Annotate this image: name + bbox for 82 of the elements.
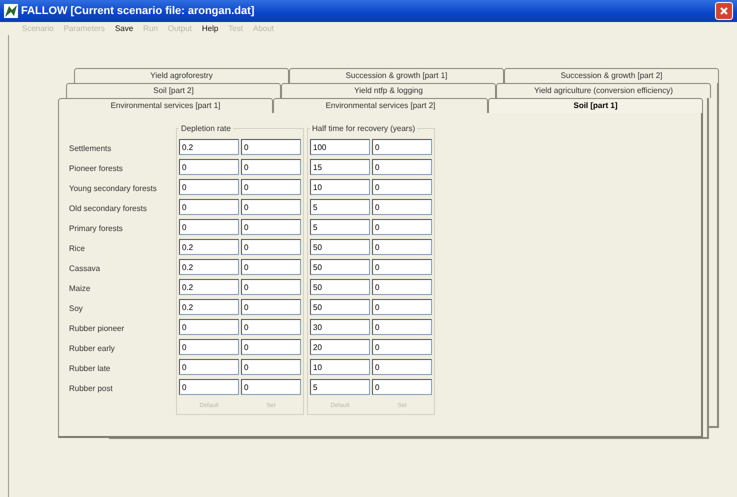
input-field[interactable]: 50	[310, 279, 370, 295]
input-field[interactable]: 0	[241, 219, 301, 235]
input-field[interactable]: 15	[310, 159, 370, 175]
close-icon	[719, 6, 729, 16]
row-label: Cassava	[69, 263, 102, 275]
input-field[interactable]: 0	[372, 339, 432, 355]
tab[interactable]: Environmental services [part 1]	[58, 98, 273, 113]
input-field[interactable]: 0.2	[179, 139, 239, 155]
input-field[interactable]: 5	[310, 379, 370, 395]
input-field[interactable]: 0	[241, 239, 301, 255]
row-label: Rubber post	[69, 383, 114, 395]
input-field[interactable]: 0	[372, 359, 432, 375]
input-field[interactable]: 0	[241, 259, 301, 275]
input-field[interactable]: 0	[372, 259, 432, 275]
row-label: Primary forests	[69, 223, 124, 235]
input-field[interactable]: 0	[241, 199, 301, 215]
input-field[interactable]: 50	[310, 299, 370, 315]
close-button[interactable]	[715, 2, 733, 20]
input-field[interactable]: 0	[241, 339, 301, 355]
input-field[interactable]: 30	[310, 319, 370, 335]
app-icon	[4, 4, 18, 18]
row-label: Rubber late	[69, 363, 112, 375]
group-title: Half time for recovery (years)	[310, 124, 418, 133]
row-label: Pioneer forests	[69, 163, 124, 175]
row-label: Settlements	[69, 143, 112, 155]
input-field[interactable]: 0	[372, 159, 432, 175]
input-field[interactable]: 0	[372, 239, 432, 255]
input-field[interactable]: 5	[310, 219, 370, 235]
input-field[interactable]: 0	[179, 379, 239, 395]
tab[interactable]: Succession & growth [part 1]	[289, 68, 504, 83]
input-field[interactable]: 10	[310, 359, 370, 375]
input-field[interactable]: 0	[179, 179, 239, 195]
input-field[interactable]: 50	[310, 239, 370, 255]
input-field[interactable]: 0	[241, 379, 301, 395]
tab[interactable]: Soil [part 2]	[66, 83, 281, 98]
input-field[interactable]: 0.2	[179, 279, 239, 295]
tab[interactable]: Yield agriculture (conversion efficiency)	[496, 83, 711, 98]
input-field[interactable]: 0	[179, 219, 239, 235]
input-field[interactable]: 0	[179, 359, 239, 375]
row-label: Rice	[69, 243, 86, 255]
input-field[interactable]: 0	[372, 179, 432, 195]
row-label: Rubber pioneer	[69, 323, 126, 335]
input-field[interactable]: 20	[310, 339, 370, 355]
row-label: Old secondary forests	[69, 203, 148, 215]
input-field[interactable]: 0	[372, 319, 432, 335]
input-field[interactable]: 0	[241, 159, 301, 175]
input-field[interactable]: 0	[179, 319, 239, 335]
tab[interactable]: Yield agroforestry	[74, 68, 289, 83]
input-field[interactable]: 0	[372, 379, 432, 395]
input-field[interactable]: 0	[179, 339, 239, 355]
tab[interactable]: Soil [part 1]	[488, 98, 703, 113]
row-label: Young secondary forests	[69, 183, 158, 195]
input-field[interactable]: 0	[372, 199, 432, 215]
input-field[interactable]: 0.2	[179, 239, 239, 255]
input-field[interactable]: 0	[241, 359, 301, 375]
input-field[interactable]: 0	[372, 299, 432, 315]
menu-item[interactable]: Help	[202, 24, 218, 33]
input-field[interactable]: 0	[241, 299, 301, 315]
input-field[interactable]: 0	[241, 179, 301, 195]
input-field[interactable]: 0	[372, 219, 432, 235]
input-field[interactable]: 0	[241, 139, 301, 155]
input-field[interactable]: 0	[179, 159, 239, 175]
input-field[interactable]: 0	[372, 279, 432, 295]
input-field[interactable]: 0	[241, 279, 301, 295]
input-field[interactable]: 0	[372, 139, 432, 155]
input-field[interactable]: 0.2	[179, 299, 239, 315]
row-label: Rubber early	[69, 343, 116, 355]
group-title: Depletion rate	[179, 124, 233, 133]
row-label: Maize	[69, 283, 92, 295]
tab[interactable]: Yield ntfp & logging	[281, 83, 496, 98]
input-field[interactable]: 50	[310, 259, 370, 275]
input-field[interactable]: 5	[310, 199, 370, 215]
tab[interactable]: Succession & growth [part 2]	[504, 68, 719, 83]
input-field[interactable]: 100	[310, 139, 370, 155]
tab[interactable]: Environmental services [part 2]	[273, 98, 488, 113]
input-field[interactable]: 10	[310, 179, 370, 195]
menu-item[interactable]: Save	[114, 24, 134, 33]
row-label: Soy	[69, 303, 84, 315]
input-field[interactable]: 0	[241, 319, 301, 335]
window-title: FALLOW [Current scenario file: arongan.dat]	[21, 5, 256, 17]
input-field[interactable]: 0.2	[179, 259, 239, 275]
input-field[interactable]: 0	[179, 199, 239, 215]
